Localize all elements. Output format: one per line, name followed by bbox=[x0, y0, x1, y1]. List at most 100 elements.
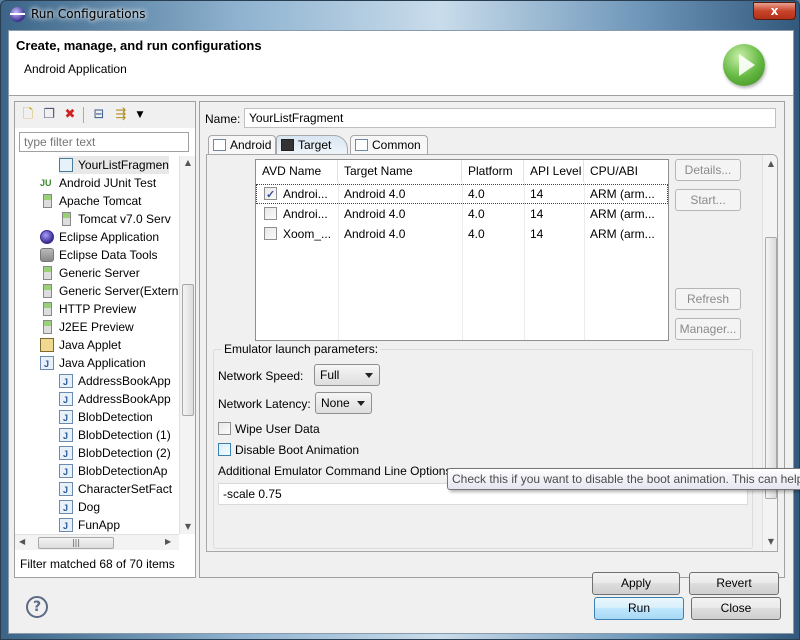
tree-item-label: HTTP Preview bbox=[59, 302, 137, 316]
checkbox-box[interactable] bbox=[218, 443, 231, 456]
scroll-down-arrow-icon[interactable]: ▼ bbox=[180, 522, 196, 531]
details-button[interactable]: Details... bbox=[675, 159, 741, 181]
run-configurations-window: Run Configurations x Create, manage, and… bbox=[0, 0, 800, 640]
java-app-icon bbox=[59, 445, 73, 463]
scroll-up-arrow-icon[interactable]: ▲ bbox=[763, 159, 777, 168]
start-button[interactable]: Start... bbox=[675, 189, 741, 211]
window-close-button[interactable]: x bbox=[753, 2, 796, 20]
api-level-cell: 14 bbox=[530, 227, 544, 241]
android-tab-icon bbox=[213, 139, 226, 151]
tree-vertical-scrollbar[interactable]: ▲ ▼ bbox=[179, 156, 195, 534]
view-menu-icon[interactable]: ▼ bbox=[132, 107, 148, 123]
scrollbar-thumb[interactable]: ||| bbox=[38, 537, 114, 549]
manager-button[interactable]: Manager... bbox=[675, 318, 741, 340]
scroll-up-arrow-icon[interactable]: ▲ bbox=[180, 158, 196, 167]
button-label: Run bbox=[627, 601, 650, 615]
tree-item-label: BlobDetection (1) bbox=[78, 428, 171, 442]
scroll-right-arrow-icon[interactable]: ▶ bbox=[165, 537, 171, 546]
scroll-left-arrow-icon[interactable]: ◀ bbox=[19, 537, 25, 546]
tree-item[interactable]: BlobDetection (1) bbox=[59, 426, 171, 445]
avd-checkbox[interactable] bbox=[264, 227, 277, 240]
target-tab-content: AVD Name Target Name Platform API Level … bbox=[206, 154, 778, 552]
tree-item[interactable]: BlobDetection (2) bbox=[59, 444, 171, 463]
tree-item-label: Java Applet bbox=[59, 338, 122, 352]
collapse-all-icon[interactable]: ⊟ bbox=[91, 107, 107, 123]
tab-android[interactable]: Android bbox=[208, 135, 276, 155]
name-input[interactable]: YourListFragment bbox=[244, 108, 776, 128]
tab-common[interactable]: Common bbox=[350, 135, 428, 155]
revert-button[interactable]: Revert bbox=[689, 572, 779, 595]
filter-input[interactable] bbox=[19, 132, 189, 152]
tree-item[interactable]: J2EE Preview bbox=[40, 318, 134, 336]
help-icon[interactable]: ? bbox=[26, 596, 48, 618]
server-icon bbox=[43, 302, 52, 316]
cpu-abi-cell: ARM (arm... bbox=[590, 207, 655, 221]
table-row[interactable]: Androi... Android 4.0 4.0 14 ARM (arm... bbox=[256, 184, 668, 205]
avd-table: AVD Name Target Name Platform API Level … bbox=[255, 159, 669, 341]
duplicate-icon[interactable]: ❐ bbox=[41, 107, 57, 123]
table-row[interactable]: Xoom_... Android 4.0 4.0 14 ARM (arm... bbox=[256, 224, 668, 244]
tree-item[interactable]: Java Application bbox=[40, 354, 146, 373]
close-button[interactable]: Close bbox=[691, 597, 781, 620]
tree-item[interactable]: Eclipse Data Tools bbox=[40, 246, 158, 264]
column-header[interactable]: Target Name bbox=[338, 160, 462, 182]
tree-item[interactable]: Android JUnit Test bbox=[40, 174, 156, 192]
refresh-button[interactable]: Refresh bbox=[675, 288, 741, 310]
cmdline-options-label: Additional Emulator Command Line Options bbox=[218, 464, 452, 478]
scrollbar-thumb[interactable] bbox=[765, 237, 777, 499]
tree-item[interactable]: Java Applet bbox=[40, 336, 121, 354]
tab-vertical-scrollbar[interactable]: ▲ ▼ bbox=[762, 155, 777, 551]
scrollbar-thumb[interactable] bbox=[182, 284, 194, 416]
tree-item[interactable]: CharacterSetFact bbox=[59, 480, 173, 499]
network-latency-select[interactable]: None bbox=[315, 392, 372, 414]
column-header[interactable]: Platform bbox=[462, 160, 524, 182]
target-name-cell: Android 4.0 bbox=[344, 227, 406, 241]
new-launch-configuration-icon[interactable]: 🗋 bbox=[20, 107, 36, 123]
column-header[interactable]: API Level bbox=[524, 160, 584, 182]
tree-horizontal-scrollbar[interactable]: ◀ ||| ▶ bbox=[15, 534, 179, 550]
target-name-cell: Android 4.0 bbox=[344, 187, 406, 201]
tree-item[interactable]: YourListFragmen bbox=[59, 156, 169, 174]
button-label: Revert bbox=[716, 576, 752, 590]
run-button[interactable]: Run bbox=[594, 597, 684, 620]
tab-label: Target bbox=[298, 138, 332, 152]
delete-icon[interactable]: ✖ bbox=[62, 107, 78, 123]
avd-checkbox[interactable] bbox=[264, 185, 277, 205]
cpu-abi-cell: ARM (arm... bbox=[590, 187, 655, 201]
tree-item[interactable]: FunApp bbox=[59, 516, 120, 534]
tree-item[interactable]: Eclipse Application bbox=[40, 228, 159, 246]
tree-item-label: CharacterSetFact bbox=[78, 482, 173, 496]
tree-item[interactable]: AddressBookApp bbox=[59, 372, 171, 391]
tree-item[interactable]: AddressBookApp bbox=[59, 390, 171, 409]
avd-name-cell: Xoom_... bbox=[258, 224, 331, 244]
column-header[interactable]: CPU/ABI bbox=[584, 160, 668, 182]
table-icon bbox=[355, 139, 368, 151]
tree-item[interactable]: Tomcat v7.0 Serv bbox=[59, 210, 171, 228]
tree-item[interactable]: Generic Server(Extern bbox=[40, 282, 178, 300]
apply-button[interactable]: Apply bbox=[592, 572, 680, 595]
wipe-user-data-checkbox[interactable]: Wipe User Data bbox=[218, 422, 320, 436]
toolbar-separator bbox=[83, 107, 84, 123]
column-header[interactable]: AVD Name bbox=[256, 160, 338, 182]
network-speed-select[interactable]: Full bbox=[314, 364, 380, 386]
tooltip: Check this if you want to disable the bo… bbox=[447, 468, 800, 490]
tree-item-label: YourListFragmen bbox=[78, 158, 169, 172]
tree-item[interactable]: Dog bbox=[59, 498, 100, 517]
server-icon bbox=[62, 212, 71, 226]
tab-target[interactable]: Target bbox=[276, 135, 348, 155]
group-title: Emulator launch parameters: bbox=[222, 342, 381, 356]
filter-icon[interactable]: ⇶ bbox=[113, 107, 129, 123]
tree-item[interactable]: Apache Tomcat bbox=[40, 192, 142, 210]
tree-item[interactable]: Generic Server bbox=[40, 264, 140, 282]
java-app-icon bbox=[59, 409, 73, 427]
scroll-down-arrow-icon[interactable]: ▼ bbox=[763, 537, 777, 546]
tree-item[interactable]: BlobDetectionAp bbox=[59, 462, 167, 481]
java-app-icon bbox=[59, 373, 73, 391]
run-icon bbox=[723, 44, 765, 86]
tree-item[interactable]: BlobDetection bbox=[59, 408, 153, 427]
disable-boot-animation-checkbox[interactable]: Disable Boot Animation bbox=[218, 443, 359, 457]
avd-checkbox[interactable] bbox=[264, 207, 277, 220]
checkbox-box[interactable] bbox=[218, 422, 231, 435]
table-row[interactable]: Androi... Android 4.0 4.0 14 ARM (arm... bbox=[256, 204, 668, 224]
tree-item[interactable]: HTTP Preview bbox=[40, 300, 136, 318]
